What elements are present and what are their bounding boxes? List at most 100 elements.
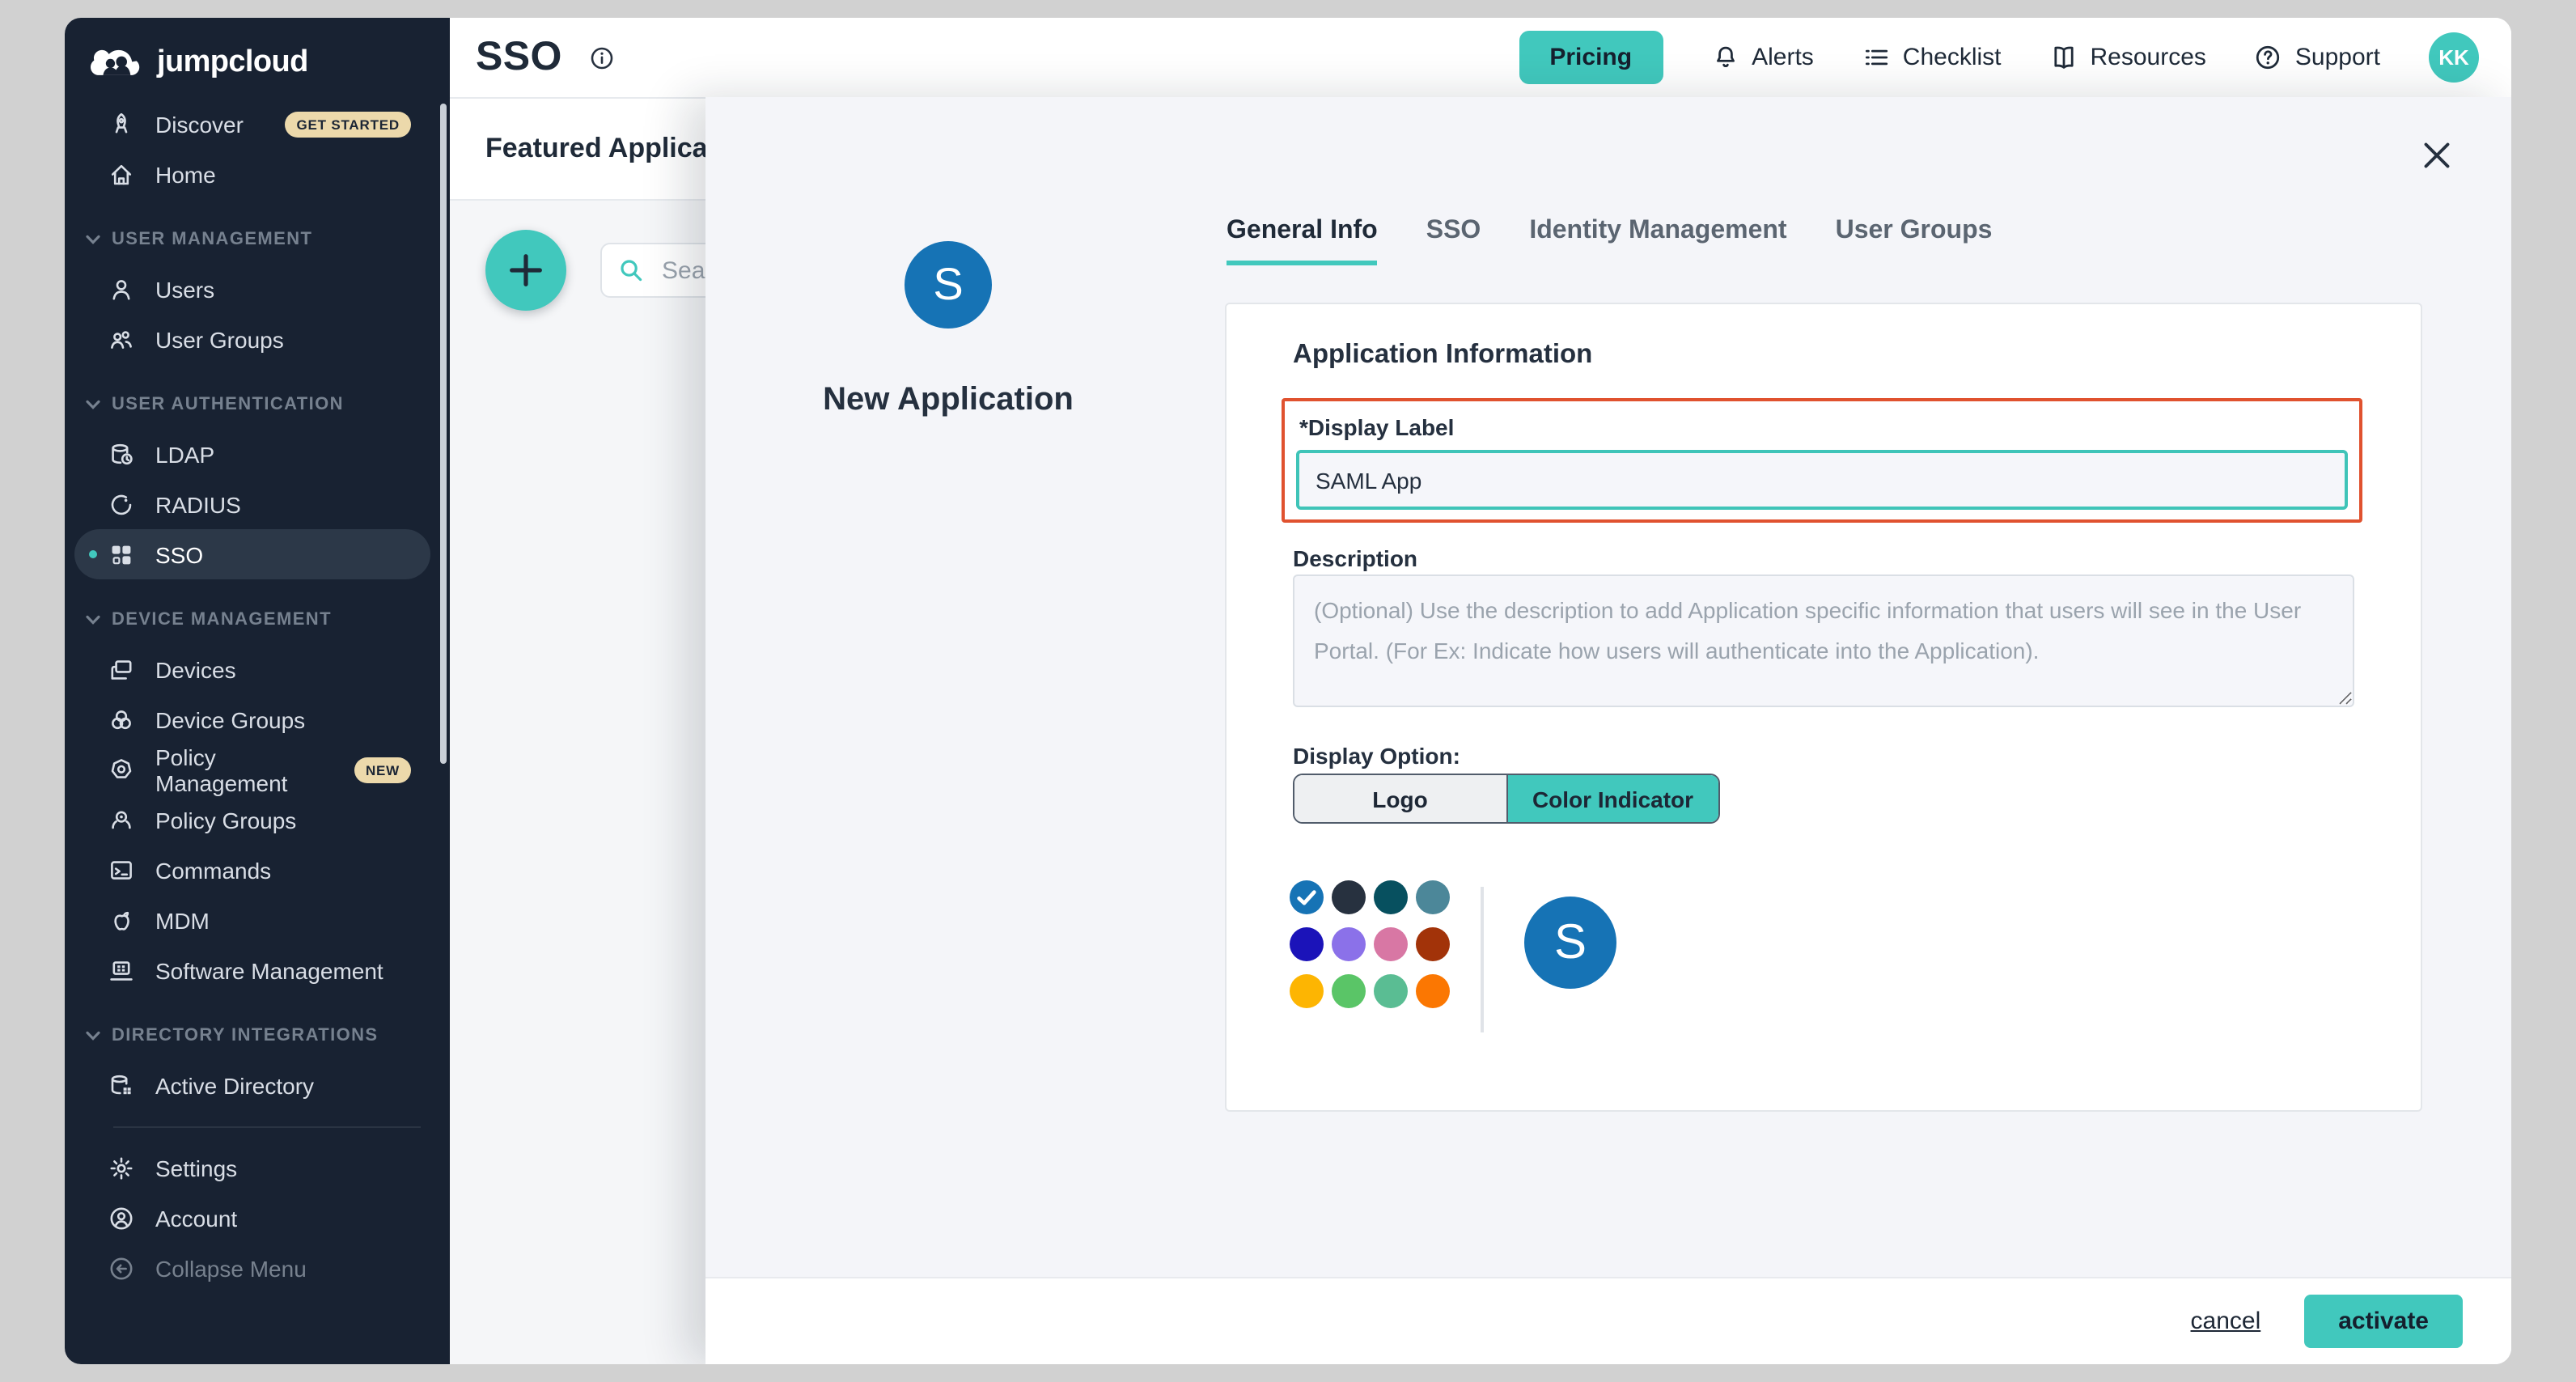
add-application-button[interactable] [485, 230, 566, 311]
alerts-button[interactable]: Alerts [1711, 44, 1814, 71]
color-preview-avatar: S [1524, 897, 1616, 989]
sidebar-item-settings[interactable]: Settings [65, 1142, 450, 1193]
section-directory-integrations[interactable]: DIRECTORY INTEGRATIONS [65, 1011, 450, 1060]
sidebar-item-label: SSO [155, 541, 203, 567]
new-badge: NEW [354, 757, 411, 782]
card-title: Application Information [1293, 340, 1592, 371]
color-indicator-option[interactable]: Color Indicator [1507, 775, 1718, 822]
sidebar-item-user-groups[interactable]: User Groups [65, 314, 450, 364]
sidebar-item-policy-management[interactable]: Policy Management NEW [65, 744, 450, 795]
sidebar-item-radius[interactable]: RADIUS [65, 479, 450, 529]
color-swatch-selected[interactable] [1290, 880, 1324, 914]
display-label-input[interactable] [1296, 450, 2348, 510]
color-swatch[interactable] [1416, 974, 1450, 1008]
color-swatch[interactable] [1332, 974, 1366, 1008]
color-swatch[interactable] [1374, 974, 1408, 1008]
color-swatch[interactable] [1290, 927, 1324, 961]
support-label: Support [2295, 44, 2380, 71]
support-button[interactable]: Support [2255, 44, 2380, 71]
section-user-management[interactable]: USER MANAGEMENT [65, 215, 450, 264]
description-textarea[interactable] [1293, 574, 2354, 707]
sidebar-item-devices[interactable]: Devices [65, 644, 450, 694]
color-swatch[interactable] [1374, 880, 1408, 914]
checklist-button[interactable]: Checklist [1862, 44, 2002, 71]
sidebar-item-label: Discover [155, 111, 244, 137]
tab-identity-management[interactable]: Identity Management [1529, 217, 1786, 265]
application-name: New Application [738, 382, 1159, 419]
section-user-authentication[interactable]: USER AUTHENTICATION [65, 380, 450, 429]
radius-icon [108, 491, 134, 517]
apple-mdm-icon [108, 907, 134, 933]
sidebar-item-policy-groups[interactable]: Policy Groups [65, 795, 450, 845]
sidebar-item-account[interactable]: Account [65, 1193, 450, 1243]
color-swatch[interactable] [1416, 927, 1450, 961]
alerts-label: Alerts [1752, 44, 1814, 71]
jumpcloud-logo[interactable]: jumpcloud [65, 18, 450, 86]
sidebar-item-software-management[interactable]: Software Management [65, 945, 450, 995]
close-icon[interactable] [2422, 141, 2451, 170]
new-application-modal: S New Application General Info SSO Ident… [705, 97, 2511, 1364]
sidebar-divider [113, 1126, 421, 1128]
cancel-button[interactable]: cancel [2191, 1308, 2261, 1335]
logo-option[interactable]: Logo [1294, 775, 1507, 822]
info-icon[interactable] [590, 45, 616, 70]
application-avatar: S [905, 241, 992, 329]
sidebar-item-ldap[interactable]: LDAP [65, 429, 450, 479]
color-swatch[interactable] [1332, 927, 1366, 961]
color-swatch-grid [1290, 880, 1450, 1008]
sidebar-item-mdm[interactable]: MDM [65, 895, 450, 945]
sidebar-item-sso[interactable]: SSO [74, 529, 430, 579]
sidebar-item-label: Software Management [155, 957, 383, 983]
sidebar-item-label: RADIUS [155, 491, 241, 517]
sidebar-item-label: Home [155, 161, 216, 187]
checklist-label: Checklist [1903, 44, 2002, 71]
display-option-label: Display Option: [1293, 743, 1460, 769]
sidebar-item-label: Device Groups [155, 706, 305, 732]
tab-user-groups[interactable]: User Groups [1836, 217, 1993, 265]
screen: jumpcloud Discover GET STARTED Home USER… [0, 0, 2576, 1382]
color-swatch[interactable] [1416, 880, 1450, 914]
get-started-badge: GET STARTED [286, 111, 412, 137]
sidebar-item-device-groups[interactable]: Device Groups [65, 694, 450, 744]
software-management-icon [108, 957, 134, 983]
sidebar-item-commands[interactable]: Commands [65, 845, 450, 895]
section-title: USER MANAGEMENT [112, 230, 312, 249]
chevron-down-icon [86, 1031, 100, 1041]
color-swatch[interactable] [1290, 974, 1324, 1008]
check-icon [1293, 884, 1320, 911]
active-directory-icon [108, 1072, 134, 1098]
sidebar-item-home[interactable]: Home [65, 149, 450, 199]
sidebar-item-users[interactable]: Users [65, 264, 450, 314]
app-window: jumpcloud Discover GET STARTED Home USER… [65, 18, 2511, 1364]
color-swatch[interactable] [1332, 880, 1366, 914]
sidebar-item-collapse-menu[interactable]: Collapse Menu [65, 1243, 450, 1293]
sidebar-item-active-directory[interactable]: Active Directory [65, 1060, 450, 1110]
activate-button[interactable]: activate [2304, 1295, 2463, 1348]
section-title: DEVICE MANAGEMENT [112, 610, 332, 630]
user-group-icon [108, 326, 134, 352]
header-actions: Pricing Alerts Checklist Resources [1519, 31, 2479, 84]
commands-terminal-icon [108, 857, 134, 883]
tab-sso[interactable]: SSO [1426, 217, 1481, 265]
section-device-management[interactable]: DEVICE MANAGEMENT [65, 596, 450, 644]
swatch-preview-divider [1481, 887, 1484, 1032]
sidebar: jumpcloud Discover GET STARTED Home USER… [65, 18, 450, 1364]
chevron-down-icon [86, 615, 100, 625]
color-swatch[interactable] [1374, 927, 1408, 961]
sidebar-scrollbar[interactable] [440, 104, 447, 764]
pricing-button[interactable]: Pricing [1519, 31, 1663, 84]
display-label-label: *Display Label [1299, 414, 1454, 440]
sidebar-item-label: LDAP [155, 441, 214, 467]
resources-label: Resources [2091, 44, 2206, 71]
description-label: Description [1293, 545, 1417, 571]
sso-grid-icon [108, 541, 134, 567]
sidebar-nav: Discover GET STARTED Home USER MANAGEMEN… [65, 99, 450, 1293]
resources-button[interactable]: Resources [2050, 44, 2206, 71]
modal-tabs: General Info SSO Identity Management Use… [1227, 217, 1992, 265]
sidebar-item-discover[interactable]: Discover GET STARTED [65, 99, 450, 149]
policy-groups-icon [108, 807, 134, 833]
tab-general-info[interactable]: General Info [1227, 217, 1378, 265]
gear-icon [108, 1155, 134, 1181]
sidebar-item-label: User Groups [155, 326, 284, 352]
user-avatar[interactable]: KK [2429, 32, 2479, 83]
